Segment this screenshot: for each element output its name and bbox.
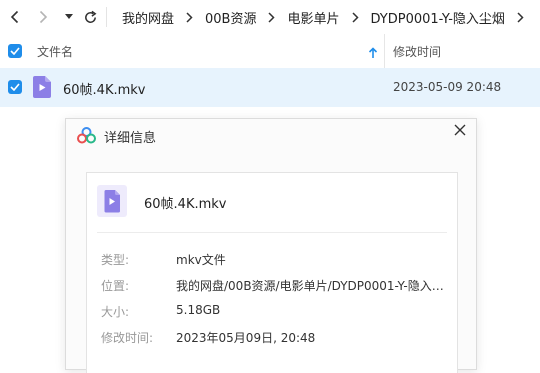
back-button[interactable]	[6, 5, 24, 29]
breadcrumb-item[interactable]: 电影单片	[285, 8, 341, 27]
breadcrumb: 我的网盘 00B资源 电影单片 DYDP0001-Y-隐入尘烟	[120, 0, 534, 34]
type-label: 类型:	[101, 253, 130, 267]
close-button[interactable]	[452, 122, 468, 138]
details-divider	[97, 232, 447, 233]
chevron-right-icon	[186, 11, 193, 23]
size-value: 5.18GB	[176, 303, 221, 317]
video-file-icon	[97, 185, 127, 221]
row-checkbox[interactable]	[8, 80, 22, 94]
column-divider[interactable]	[384, 34, 385, 68]
select-all-checkbox[interactable]	[8, 44, 22, 58]
chevron-left-icon	[10, 10, 19, 24]
chevron-right-icon	[268, 11, 276, 23]
breadcrumb-item[interactable]: 00B资源	[203, 8, 258, 27]
modified-time-value: 2023年05月09日, 20:48	[176, 331, 316, 345]
cloud-logo-icon	[77, 127, 96, 148]
checkmark-icon	[10, 83, 20, 91]
navigation-bar: 我的网盘 00B资源 电影单片 DYDP0001-Y-隐入尘烟	[0, 0, 540, 34]
video-file-icon	[33, 76, 51, 102]
modified-time-label: 修改时间:	[101, 331, 154, 345]
file-modified-time: 2023-05-09 20:48	[393, 80, 502, 94]
dialog-header: 详细信息	[66, 119, 476, 153]
sort-ascending-icon[interactable]	[368, 44, 378, 63]
details-file-name: 60帧.4K.mkv	[144, 197, 227, 212]
chevron-right-icon	[351, 11, 359, 23]
file-details-card: 60帧.4K.mkv 类型: mkv文件 位置: 我的网盘/00B资源/电影单片…	[86, 172, 458, 373]
caret-down-icon	[65, 14, 73, 19]
breadcrumb-item[interactable]: DYDP0001-Y-隐入尘烟	[369, 8, 507, 27]
close-icon	[454, 124, 466, 136]
chevron-right-icon[interactable]	[517, 11, 524, 23]
size-label: 大小:	[101, 305, 130, 319]
breadcrumb-item[interactable]: 我的网盘	[120, 8, 176, 27]
column-name-header[interactable]: 文件名	[37, 43, 73, 60]
nav-divider	[106, 7, 107, 27]
refresh-button[interactable]	[80, 5, 100, 29]
dialog-title: 详细信息	[104, 131, 157, 146]
chevron-right-icon	[39, 10, 48, 24]
location-label: 位置:	[101, 279, 130, 293]
column-modified-header[interactable]: 修改时间	[393, 43, 441, 60]
checkmark-icon	[10, 47, 20, 55]
details-dialog: 详细信息 60帧.4K.mkv 类型: mkv文件 位置: 我的网盘/00B资源…	[65, 118, 477, 373]
column-header: 文件名 修改时间	[0, 34, 540, 69]
refresh-icon	[84, 10, 96, 23]
location-value[interactable]: 我的网盘/00B资源/电影单片/DYDP0001-Y-隐入尘烟	[176, 277, 448, 294]
file-row[interactable]: 60帧.4K.mkv 2023-05-09 20:48	[0, 68, 540, 107]
file-name[interactable]: 60帧.4K.mkv	[63, 79, 146, 98]
type-value: mkv文件	[176, 253, 226, 267]
history-dropdown[interactable]	[62, 5, 76, 29]
forward-button[interactable]	[34, 5, 52, 29]
